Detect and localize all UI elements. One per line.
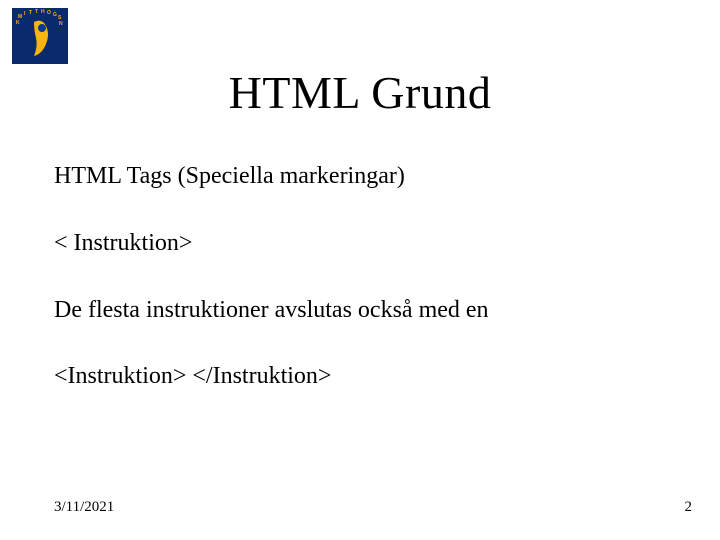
svg-text:T: T xyxy=(35,9,38,15)
slide-title: HTML Grund xyxy=(0,66,720,119)
footer-page-number: 2 xyxy=(685,499,693,516)
body-line-4: <Instruktion> </Instruktion> xyxy=(54,362,666,391)
footer-date: 3/11/2021 xyxy=(54,499,114,516)
body-line-1: HTML Tags (Speciella markeringar) xyxy=(54,162,666,191)
svg-text:K: K xyxy=(16,20,20,26)
svg-text:H: H xyxy=(41,9,45,15)
body-line-3: De flesta instruktioner avslutas också m… xyxy=(54,296,666,325)
svg-text:N: N xyxy=(59,21,63,27)
body-line-2: < Instruktion> xyxy=(54,229,666,258)
svg-text:G: G xyxy=(53,12,57,18)
slide: M I T T H O G S K N HTML Grund HTML Tags… xyxy=(0,0,720,540)
mitthogskolan-logo: M I T T H O G S K N xyxy=(12,8,68,64)
slide-body: HTML Tags (Speciella markeringar) < Inst… xyxy=(54,162,666,429)
svg-text:T: T xyxy=(29,10,32,16)
logo-icon: M I T T H O G S K N xyxy=(12,8,68,64)
svg-text:O: O xyxy=(47,10,51,16)
